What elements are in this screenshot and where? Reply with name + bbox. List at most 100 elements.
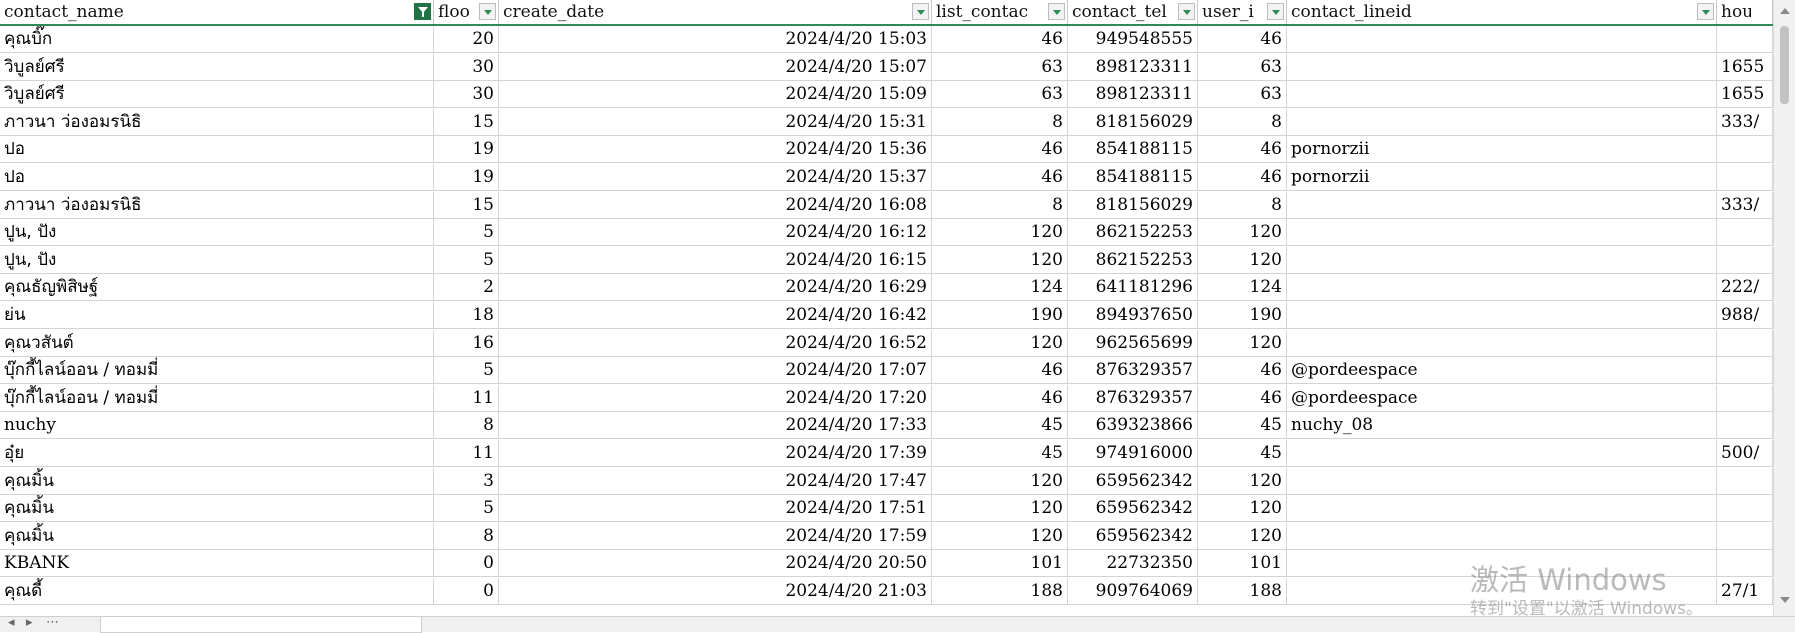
cell-contact-tel[interactable]: 898123311 — [1068, 53, 1198, 81]
column-header-user-id[interactable]: user_i — [1198, 0, 1287, 24]
cell-create-date[interactable]: 2024/4/20 15:07 — [499, 53, 932, 81]
tab-more-icon[interactable]: ⋯ — [46, 615, 59, 630]
cell-contact-name[interactable]: วิบูลย์ศรี — [0, 81, 434, 109]
tab-prev-icon[interactable]: ◂ — [8, 615, 15, 630]
cell-user-id[interactable]: 45 — [1198, 440, 1287, 467]
cell-contact-name[interactable]: nuchy — [0, 412, 434, 440]
cell-list-contact[interactable]: 46 — [932, 26, 1068, 53]
cell-list-contact[interactable]: 120 — [932, 522, 1068, 550]
cell-list-contact[interactable]: 45 — [932, 412, 1068, 440]
cell-contact-lineid[interactable] — [1287, 440, 1717, 467]
cell-house[interactable] — [1717, 246, 1773, 274]
cell-floor[interactable]: 5 — [434, 246, 499, 274]
column-header-list-contact[interactable]: list_contac — [932, 0, 1068, 24]
cell-contact-tel[interactable]: 974916000 — [1068, 440, 1198, 467]
cell-contact-lineid[interactable] — [1287, 302, 1717, 329]
cell-contact-tel[interactable]: 876329357 — [1068, 357, 1198, 385]
cell-contact-lineid[interactable] — [1287, 26, 1717, 53]
cell-contact-lineid[interactable] — [1287, 467, 1717, 495]
cell-contact-lineid[interactable] — [1287, 274, 1717, 302]
cell-create-date[interactable]: 2024/4/20 21:03 — [499, 578, 932, 605]
cell-user-id[interactable]: 120 — [1198, 522, 1287, 550]
cell-house[interactable]: 988/ — [1717, 302, 1773, 329]
cell-user-id[interactable]: 46 — [1198, 26, 1287, 53]
cell-contact-name[interactable]: คุณบิ๊ก — [0, 26, 434, 53]
cell-contact-lineid[interactable] — [1287, 578, 1717, 605]
cell-create-date[interactable]: 2024/4/20 17:39 — [499, 440, 932, 467]
cell-contact-name[interactable]: อุ๋ย — [0, 440, 434, 467]
cell-list-contact[interactable]: 188 — [932, 578, 1068, 605]
cell-contact-lineid[interactable] — [1287, 495, 1717, 523]
column-header-contact-tel[interactable]: contact_tel — [1068, 0, 1198, 24]
cell-list-contact[interactable]: 8 — [932, 191, 1068, 219]
cell-floor[interactable]: 8 — [434, 522, 499, 550]
tab-next-icon[interactable]: ▸ — [26, 615, 33, 630]
cell-list-contact[interactable]: 120 — [932, 246, 1068, 274]
cell-floor[interactable]: 5 — [434, 495, 499, 523]
cell-contact-lineid[interactable] — [1287, 53, 1717, 81]
cell-floor[interactable]: 15 — [434, 108, 499, 136]
cell-contact-tel[interactable]: 854188115 — [1068, 136, 1198, 164]
cell-floor[interactable]: 16 — [434, 329, 499, 357]
cell-contact-name[interactable]: KBANK — [0, 550, 434, 578]
filter-dropdown-icon[interactable] — [1697, 3, 1714, 20]
cell-create-date[interactable]: 2024/4/20 15:31 — [499, 108, 932, 136]
cell-user-id[interactable]: 120 — [1198, 246, 1287, 274]
cell-contact-lineid[interactable] — [1287, 246, 1717, 274]
cell-floor[interactable]: 19 — [434, 164, 499, 191]
cell-contact-name[interactable]: คุณธัญพิสิษฐ์ — [0, 274, 434, 302]
cell-contact-name[interactable]: คุณวสันต์ — [0, 329, 434, 357]
cell-floor[interactable]: 0 — [434, 550, 499, 578]
cell-user-id[interactable]: 46 — [1198, 357, 1287, 385]
cell-list-contact[interactable]: 101 — [932, 550, 1068, 578]
filter-dropdown-icon[interactable] — [1267, 3, 1284, 20]
cell-house[interactable]: 1655 — [1717, 53, 1773, 81]
cell-create-date[interactable]: 2024/4/20 16:29 — [499, 274, 932, 302]
spreadsheet-grid[interactable]: contact_name floo create_date list_contac co… — [0, 0, 1773, 616]
cell-create-date[interactable]: 2024/4/20 16:08 — [499, 191, 932, 219]
cell-contact-tel[interactable]: 876329357 — [1068, 384, 1198, 412]
cell-create-date[interactable]: 2024/4/20 17:59 — [499, 522, 932, 550]
filter-dropdown-icon[interactable] — [912, 3, 929, 20]
filter-dropdown-icon[interactable] — [1048, 3, 1065, 20]
cell-contact-lineid[interactable] — [1287, 522, 1717, 550]
cell-contact-name[interactable]: ภาวนา ว่องอมรนิธิ — [0, 108, 434, 136]
cell-user-id[interactable]: 45 — [1198, 412, 1287, 440]
scroll-up-icon[interactable] — [1780, 8, 1790, 14]
cell-contact-lineid[interactable]: @pordeespace — [1287, 384, 1717, 412]
cell-list-contact[interactable]: 46 — [932, 357, 1068, 385]
cell-house[interactable]: 1655 — [1717, 81, 1773, 109]
cell-user-id[interactable]: 8 — [1198, 108, 1287, 136]
cell-create-date[interactable]: 2024/4/20 17:33 — [499, 412, 932, 440]
cell-create-date[interactable]: 2024/4/20 17:51 — [499, 495, 932, 523]
column-header-contact-name[interactable]: contact_name — [0, 0, 434, 24]
cell-house[interactable] — [1717, 219, 1773, 247]
cell-contact-tel[interactable]: 854188115 — [1068, 164, 1198, 191]
cell-list-contact[interactable]: 45 — [932, 440, 1068, 467]
cell-house[interactable]: 27/1 — [1717, 578, 1773, 605]
cell-user-id[interactable]: 8 — [1198, 191, 1287, 219]
scroll-thumb[interactable] — [1780, 26, 1789, 104]
cell-floor[interactable]: 30 — [434, 81, 499, 109]
cell-user-id[interactable]: 63 — [1198, 53, 1287, 81]
cell-create-date[interactable]: 2024/4/20 16:15 — [499, 246, 932, 274]
cell-contact-name[interactable]: บุ๊กกี้ไลน์ออน / ทอมมี่ — [0, 384, 434, 412]
cell-house[interactable] — [1717, 164, 1773, 191]
cell-house[interactable]: 333/ — [1717, 108, 1773, 136]
cell-contact-lineid[interactable] — [1287, 219, 1717, 247]
cell-create-date[interactable]: 2024/4/20 15:36 — [499, 136, 932, 164]
cell-floor[interactable]: 11 — [434, 384, 499, 412]
cell-house[interactable] — [1717, 329, 1773, 357]
cell-user-id[interactable]: 120 — [1198, 329, 1287, 357]
cell-create-date[interactable]: 2024/4/20 16:42 — [499, 302, 932, 329]
cell-user-id[interactable]: 46 — [1198, 164, 1287, 191]
cell-contact-tel[interactable]: 909764069 — [1068, 578, 1198, 605]
cell-contact-name[interactable]: คุณมิ้น — [0, 522, 434, 550]
cell-user-id[interactable]: 46 — [1198, 384, 1287, 412]
cell-contact-tel[interactable]: 639323866 — [1068, 412, 1198, 440]
cell-list-contact[interactable]: 63 — [932, 53, 1068, 81]
cell-floor[interactable]: 3 — [434, 467, 499, 495]
cell-contact-name[interactable]: ปูน, ปัง — [0, 219, 434, 247]
column-header-floor[interactable]: floo — [434, 0, 499, 24]
cell-house[interactable] — [1717, 467, 1773, 495]
